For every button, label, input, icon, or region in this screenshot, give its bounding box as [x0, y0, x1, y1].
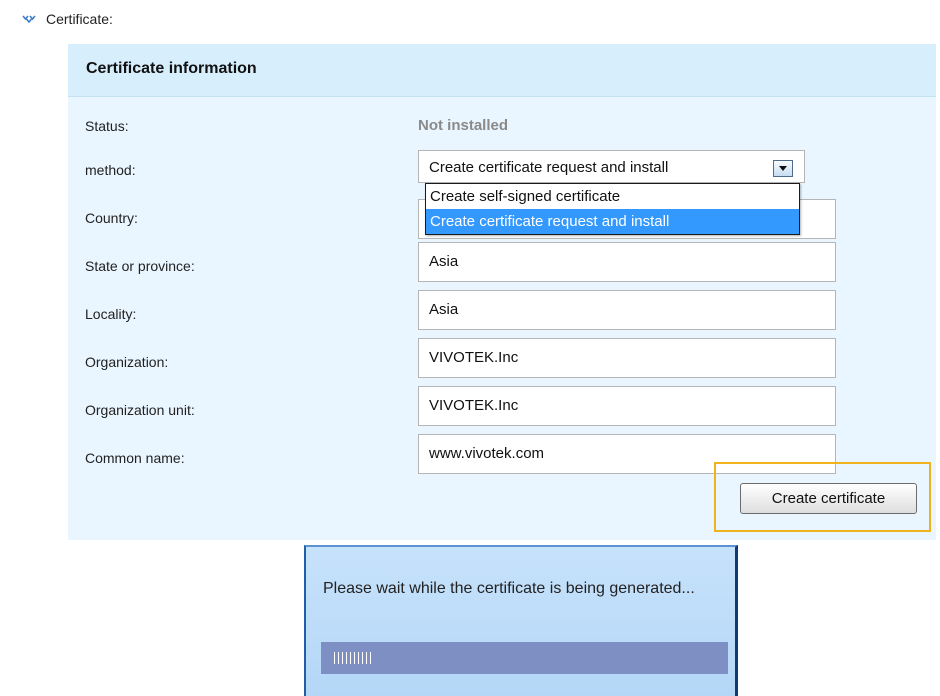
progress-tick — [354, 652, 355, 664]
organization-unit-label: Organization unit: — [85, 402, 195, 418]
progress-tick — [358, 652, 359, 664]
panel-title: Certificate information — [86, 60, 257, 77]
progress-bar — [321, 642, 728, 674]
expand-arrows-icon — [22, 15, 36, 23]
section-title: Certificate: — [46, 11, 113, 27]
method-dropdown-list: Create self-signed certificate Create ce… — [425, 183, 800, 235]
progress-tick — [342, 652, 343, 664]
locality-field[interactable]: Asia — [418, 290, 836, 330]
organization-unit-field[interactable]: VIVOTEK.Inc — [418, 386, 836, 426]
state-field[interactable]: Asia — [418, 242, 836, 282]
wait-dialog: Please wait while the certificate is bei… — [304, 545, 738, 696]
method-option-self-signed[interactable]: Create self-signed certificate — [426, 184, 799, 209]
organization-field[interactable]: VIVOTEK.Inc — [418, 338, 836, 378]
progress-tick — [370, 652, 371, 664]
create-certificate-button[interactable]: Create certificate — [740, 483, 917, 514]
dropdown-arrow-icon[interactable] — [773, 160, 793, 177]
progress-ticks — [334, 652, 371, 664]
progress-tick — [338, 652, 339, 664]
progress-tick — [334, 652, 335, 664]
organization-label: Organization: — [85, 354, 169, 370]
status-value: Not installed — [418, 117, 509, 134]
common-name-label: Common name: — [85, 450, 185, 466]
progress-tick — [346, 652, 347, 664]
section-header[interactable]: Certificate: — [22, 9, 113, 29]
state-label: State or province: — [85, 258, 195, 274]
progress-tick — [350, 652, 351, 664]
country-label: Country: — [85, 210, 138, 226]
status-label: Status: — [85, 118, 129, 134]
method-select[interactable]: Create certificate request and install — [418, 150, 805, 183]
progress-tick — [362, 652, 363, 664]
panel-header: Certificate information — [68, 44, 936, 97]
method-option-request[interactable]: Create certificate request and install — [426, 209, 799, 234]
method-select-value: Create certificate request and install — [429, 159, 669, 176]
wait-message: Please wait while the certificate is bei… — [323, 580, 695, 597]
locality-label: Locality: — [85, 306, 137, 322]
progress-tick — [366, 652, 367, 664]
method-label: method: — [85, 162, 136, 178]
